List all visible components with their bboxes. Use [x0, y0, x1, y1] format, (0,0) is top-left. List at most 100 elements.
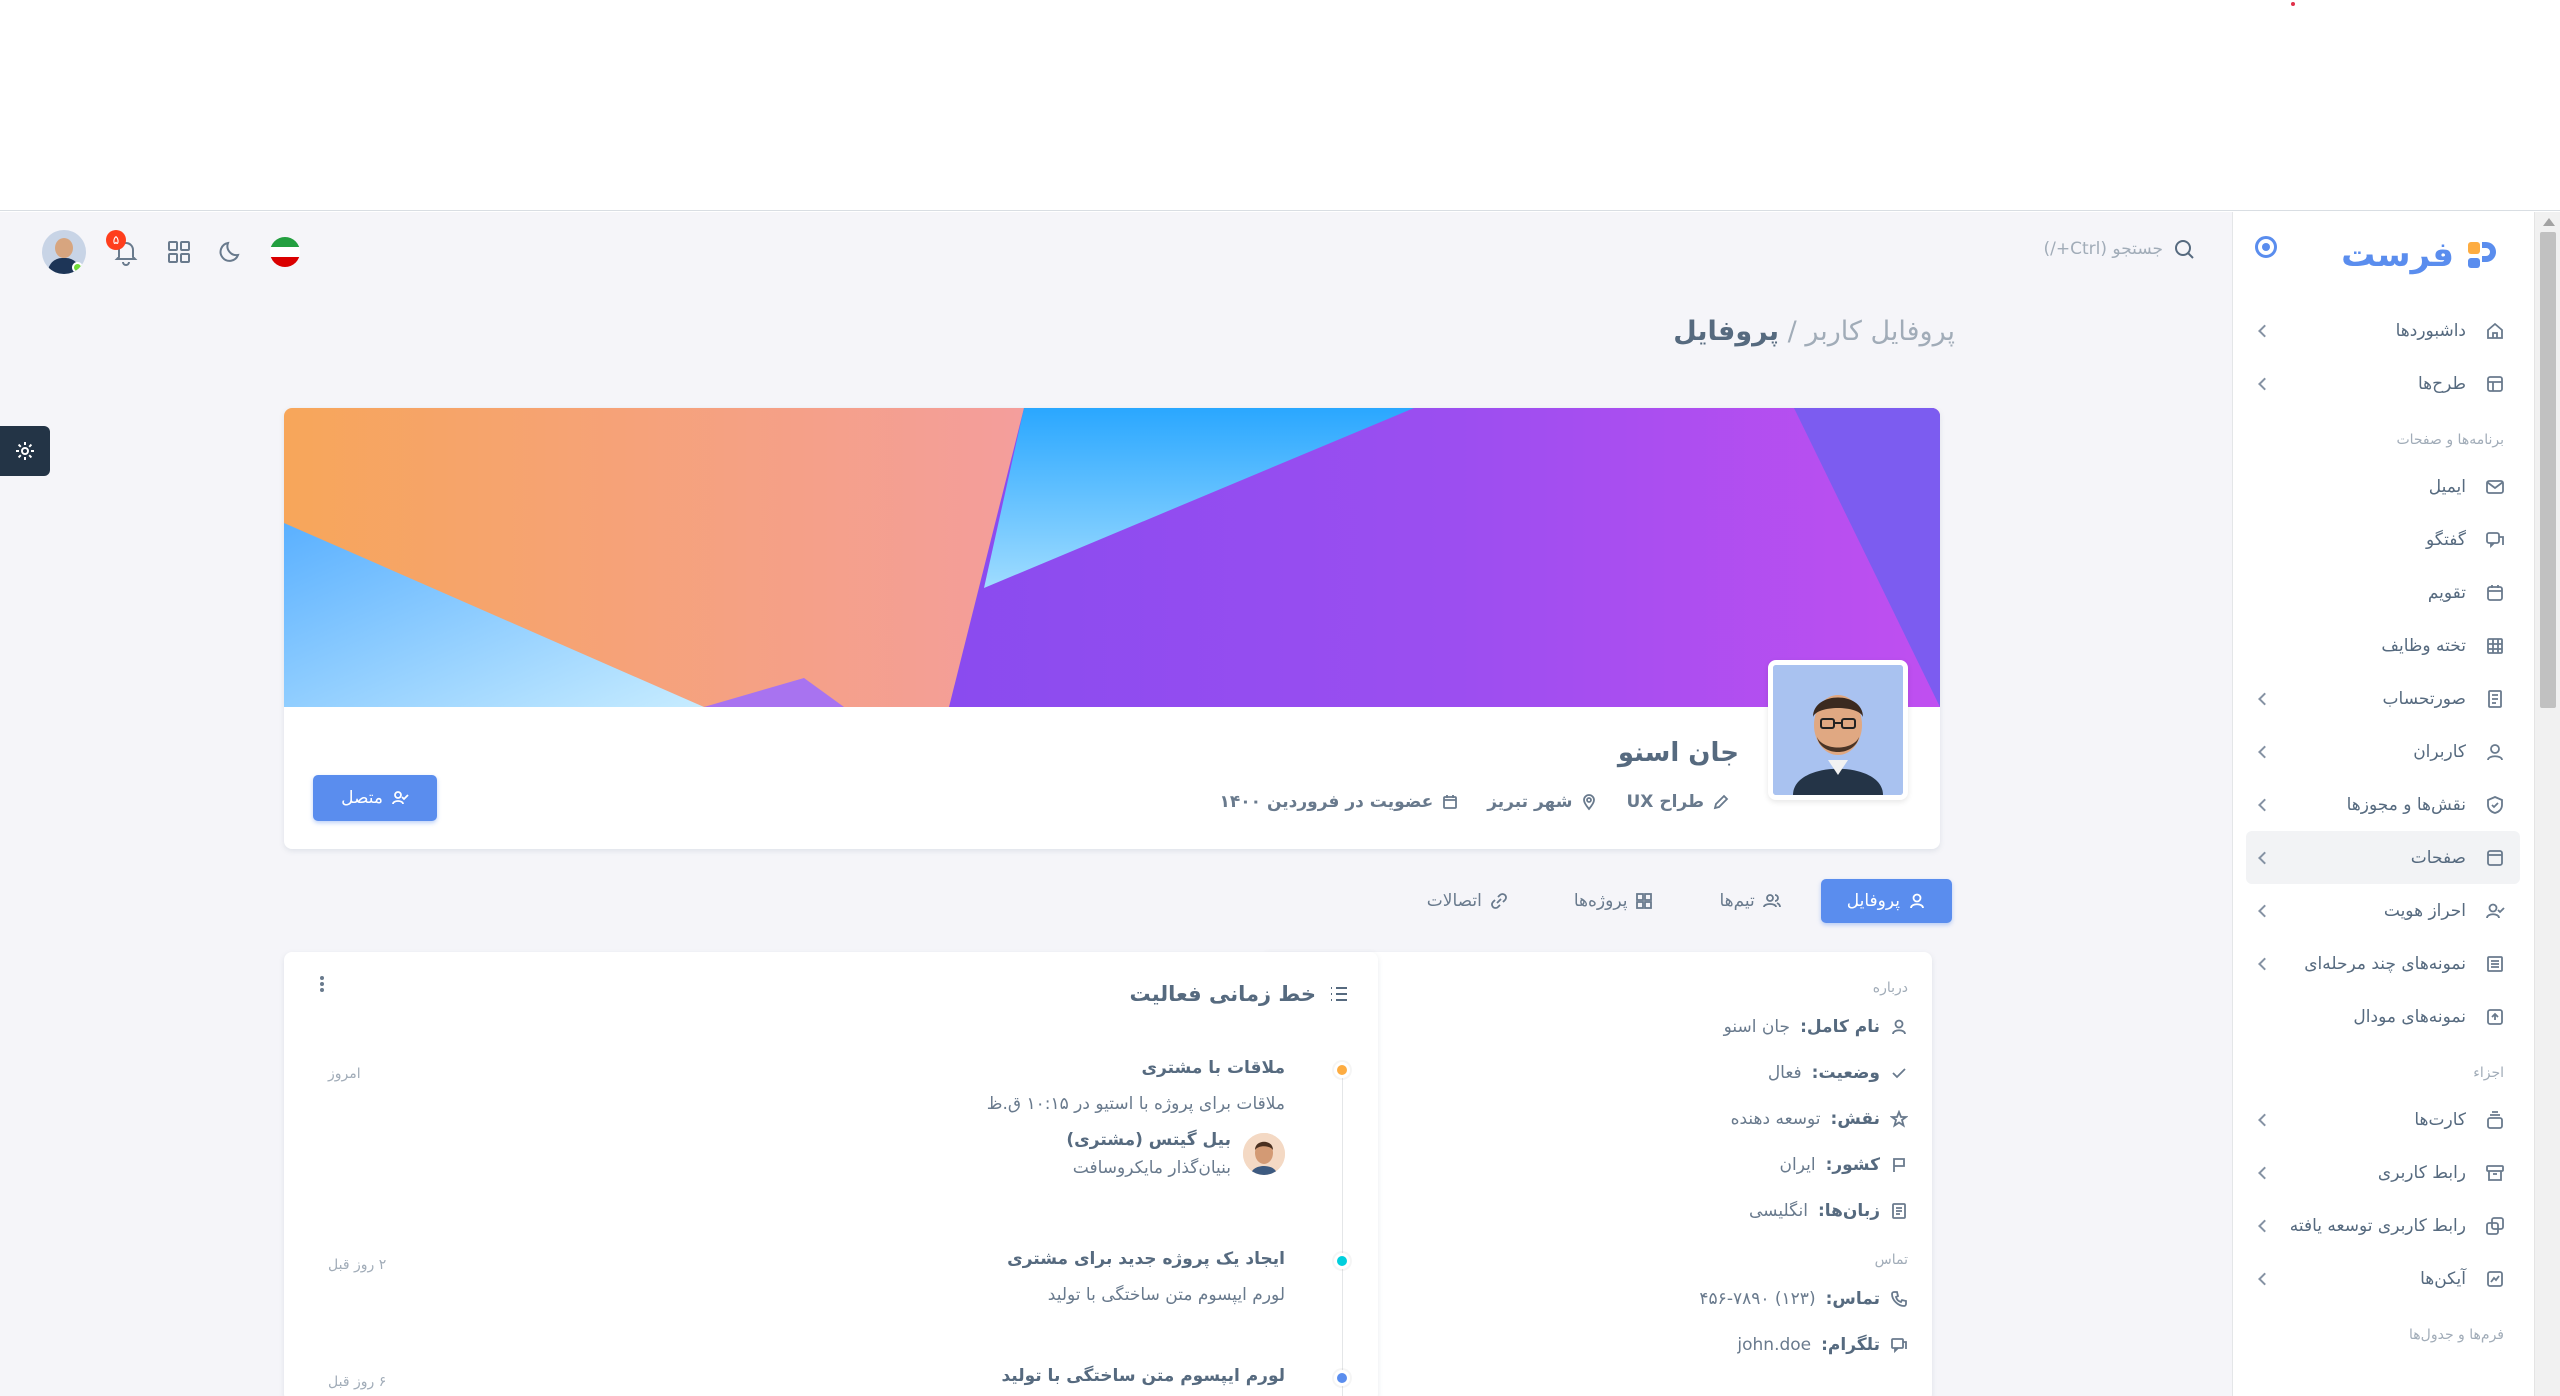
chevron-icon	[2258, 851, 2271, 864]
chevron-icon	[2258, 957, 2271, 970]
sidebar-item-ui[interactable]: رابط کاربری	[2232, 1146, 2534, 1199]
sidebar-item-dashboards[interactable]: داشبوردها	[2232, 304, 2534, 357]
app: فرست داشبوردها طرح‌ها برنامه‌ها و صفحات …	[0, 212, 2560, 1396]
sidebar-item-modals[interactable]: نمونه‌های مودال	[2232, 990, 2534, 1043]
sidebar-item-chat[interactable]: گفتگو	[2232, 513, 2534, 566]
sidebar-item-icons[interactable]: آیکن‌ها	[2232, 1252, 2534, 1305]
invoice-icon	[2484, 688, 2506, 710]
sidebar-item-label: صورتحساب	[2382, 688, 2466, 709]
star-icon	[1890, 1110, 1908, 1128]
tab-projects[interactable]: پروژه‌ها	[1548, 879, 1680, 923]
shield-icon	[2484, 794, 2506, 816]
list-icon	[1331, 987, 1347, 1001]
brand-icon	[2484, 1268, 2506, 1290]
timeline-time: ۶ روز قبل	[328, 1374, 387, 1390]
chevron-icon	[2258, 1272, 2271, 1285]
sidebar-item-calendar[interactable]: تقویم	[2232, 566, 2534, 619]
tab-profile[interactable]: پروفایل	[1820, 879, 1952, 923]
profile-city: شهر تبریز	[1487, 792, 1598, 812]
list-details-icon	[2484, 953, 2506, 975]
page-title: پروفایل	[1673, 316, 1780, 347]
sidebar-item-email[interactable]: ایمیل	[2232, 460, 2534, 513]
timeline-dot	[1334, 1253, 1350, 1269]
sidebar-toggle-icon[interactable]	[2255, 236, 2277, 258]
scroll-up-arrow-icon[interactable]	[2543, 218, 2555, 226]
check-icon	[1892, 1068, 1906, 1079]
sidebar-menu: داشبوردها طرح‌ها برنامه‌ها و صفحات ایمیل…	[2232, 304, 2534, 1355]
sidebar-section-forms: فرم‌ها و جدول‌ها	[2409, 1327, 2504, 1343]
sidebar-item-label: رابط کاربری توسعه یافته	[2289, 1215, 2466, 1236]
tab-teams[interactable]: تیم‌ها	[1693, 879, 1806, 923]
connect-button[interactable]: متصل	[313, 775, 437, 821]
layout-icon	[2484, 373, 2506, 395]
calendar-icon	[1443, 795, 1458, 809]
timeline-event: ایجاد یک پروژه جدید برای مشتری لورم ایپس…	[1007, 1249, 1285, 1305]
search-bar[interactable]: جستجو (Ctrl+/)	[2044, 238, 2195, 260]
chevron-icon	[2258, 1219, 2271, 1232]
profile-banner-image	[284, 408, 1940, 707]
profile-joined: عضویت در فروردین ۱۴۰۰	[1220, 792, 1460, 812]
mail-icon	[2484, 476, 2506, 498]
profile-meta: طراح UX شهر تبریز عضویت در فروردین ۱۴۰۰	[1220, 792, 1730, 812]
sidebar: فرست داشبوردها طرح‌ها برنامه‌ها و صفحات …	[2232, 212, 2534, 1396]
users-icon	[1762, 894, 1781, 908]
sidebar-item-invoice[interactable]: صورتحساب	[2232, 672, 2534, 725]
apps-grid-icon[interactable]	[166, 239, 192, 265]
activity-timeline-card: خط زمانی فعالیت ملاقات با مشتری ملاقات ب…	[284, 952, 1378, 1396]
sidebar-item-label: آیکن‌ها	[2420, 1268, 2466, 1289]
gear-icon	[16, 442, 34, 460]
sidebar-item-label: نقش‌ها و مجوزها	[2346, 794, 2466, 815]
sidebar-item-roles[interactable]: نقش‌ها و مجوزها	[2232, 778, 2534, 831]
pen-icon	[1713, 794, 1729, 810]
window-scrollbar[interactable]	[2534, 212, 2560, 1396]
chevron-icon	[2258, 1166, 2271, 1179]
sidebar-item-pages[interactable]: صفحات	[2246, 831, 2520, 884]
brand-logo[interactable]: فرست	[2341, 228, 2498, 282]
sidebar-item-label: کاربران	[2413, 741, 2466, 762]
language-flag-icon[interactable]	[270, 237, 300, 267]
sidebar-item-label: گفتگو	[2426, 529, 2466, 550]
sidebar-item-label: احراز هویت	[2383, 900, 2466, 921]
sidebar-item-kanban[interactable]: تخته وظایف	[2232, 619, 2534, 672]
tab-connections[interactable]: اتصالات	[1401, 879, 1534, 923]
cards-icon	[2484, 1109, 2506, 1131]
timeline-event: ملاقات با مشتری ملاقات برای پروژه با است…	[986, 1058, 1285, 1178]
sidebar-item-label: صفحات	[2410, 847, 2466, 868]
timeline-dot	[1334, 1370, 1350, 1386]
timeline-dot	[1334, 1062, 1350, 1078]
phone-icon	[1891, 1291, 1907, 1307]
sidebar-item-wizard[interactable]: نمونه‌های چند مرحله‌ای	[2232, 937, 2534, 990]
more-vertical-icon[interactable]	[320, 976, 324, 992]
moon-icon[interactable]	[218, 239, 244, 265]
sidebar-item-label: نمونه‌های چند مرحله‌ای	[2304, 953, 2466, 974]
timeline-line	[1342, 1068, 1343, 1396]
sidebar-item-extended-ui[interactable]: رابط کاربری توسعه یافته	[2232, 1199, 2534, 1252]
sidebar-item-label: رابط کاربری	[2377, 1162, 2466, 1183]
timeline-time: امروز	[328, 1066, 361, 1082]
red-dot	[2291, 2, 2295, 6]
modal-icon	[2484, 1006, 2506, 1028]
chevron-icon	[2258, 1113, 2271, 1126]
sidebar-item-users[interactable]: کاربران	[2232, 725, 2534, 778]
customizer-toggle[interactable]	[0, 426, 50, 476]
sidebar-item-label: تخته وظایف	[2381, 635, 2466, 656]
sidebar-item-auth[interactable]: احراز هویت	[2232, 884, 2534, 937]
notifications-button[interactable]: ۵	[106, 230, 140, 266]
chevron-icon	[2258, 692, 2271, 705]
sidebar-item-label: طرح‌ها	[2417, 373, 2466, 394]
sidebar-item-label: نمونه‌های مودال	[2353, 1006, 2466, 1027]
sidebar-item-cards[interactable]: کارت‌ها	[2232, 1093, 2534, 1146]
chevron-icon	[2258, 377, 2271, 390]
breadcrumb: پروفایل کاربر / پروفایل	[1673, 316, 1955, 347]
user-avatar[interactable]	[42, 230, 86, 274]
user-icon	[1892, 1019, 1906, 1035]
search-icon	[2175, 240, 2194, 259]
sidebar-item-label: ایمیل	[2428, 476, 2466, 497]
sidebar-item-layouts[interactable]: طرح‌ها	[2232, 357, 2534, 410]
scroll-thumb[interactable]	[2540, 232, 2556, 708]
profile-photo	[1768, 660, 1908, 800]
breadcrumb-parent[interactable]: پروفایل کاربر /	[1788, 316, 1955, 347]
page-icon	[2484, 847, 2506, 869]
person-avatar[interactable]	[1243, 1133, 1285, 1175]
notification-badge: ۵	[106, 230, 126, 250]
